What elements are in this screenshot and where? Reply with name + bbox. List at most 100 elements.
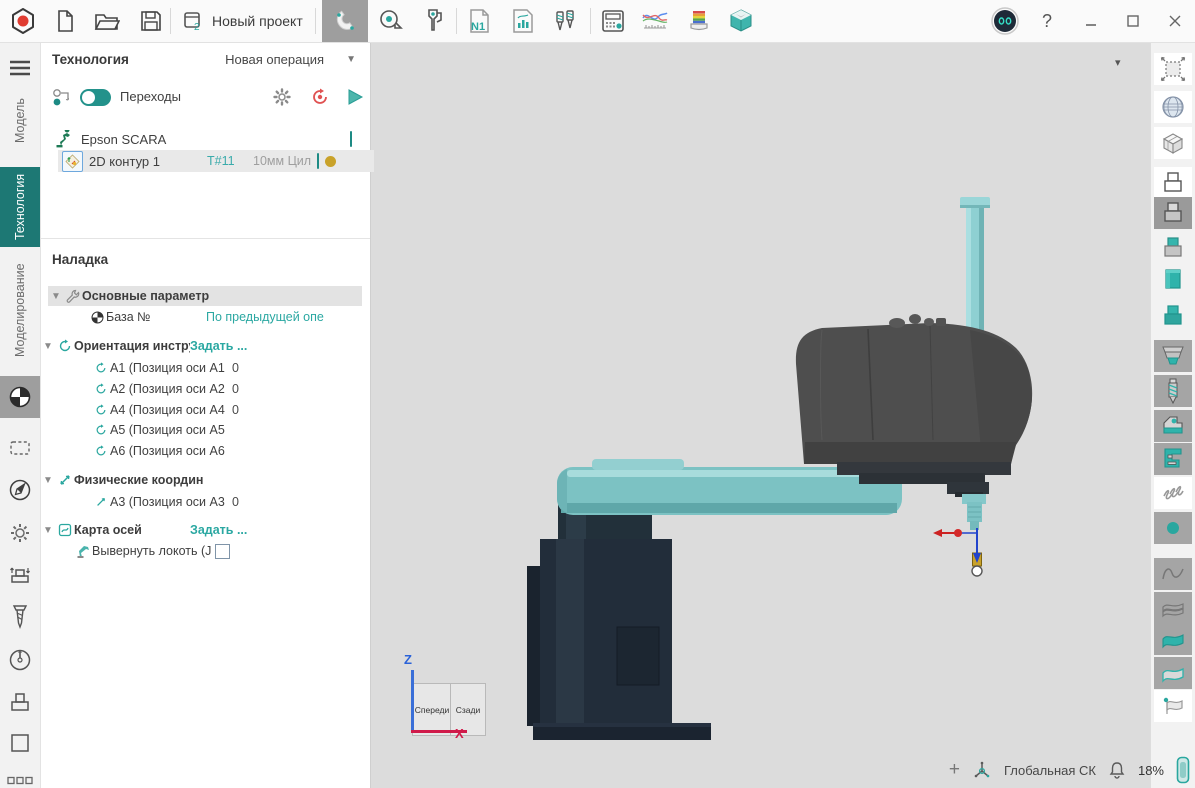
chevron-down-icon[interactable]: ▼ bbox=[40, 475, 56, 486]
param-row-a2: A2 (Позиция оси A2 0 bbox=[40, 379, 370, 399]
operation-settings-button[interactable] bbox=[272, 87, 292, 110]
tree-row-operation[interactable]: 2D контур 1 T#11 10мм Цил bbox=[58, 150, 374, 172]
calculator-button[interactable] bbox=[596, 4, 630, 38]
robot-model bbox=[370, 42, 1150, 788]
param-a1-value[interactable]: 0 bbox=[232, 361, 239, 375]
assistant-button[interactable] bbox=[988, 4, 1022, 38]
chevron-down-icon[interactable]: ▼ bbox=[48, 291, 64, 302]
surface-flag-button[interactable] bbox=[1154, 690, 1192, 722]
shaded-view-button[interactable] bbox=[1154, 91, 1192, 123]
workpiece-hide-button[interactable] bbox=[1154, 167, 1192, 199]
param-row-a1: A1 (Позиция оси A1 0 bbox=[40, 358, 370, 378]
sidebar-selection-button[interactable] bbox=[0, 428, 40, 468]
chevron-down-icon[interactable]: ▼ bbox=[40, 341, 56, 352]
tool-library-button[interactable] bbox=[548, 4, 582, 38]
tool-display-button[interactable] bbox=[1154, 375, 1192, 407]
axis-z-line bbox=[411, 670, 414, 732]
group-orientation[interactable]: ▼ Ориентация инструм Задать ... bbox=[40, 336, 370, 356]
fixture-display-button[interactable] bbox=[1154, 410, 1192, 442]
param-a3-value[interactable]: 0 bbox=[232, 495, 239, 509]
transitions-toggle[interactable] bbox=[80, 89, 111, 106]
help-button[interactable]: ? bbox=[1034, 4, 1060, 38]
setup-title: Наладка bbox=[52, 252, 108, 267]
surfaces-display-button[interactable] bbox=[1154, 592, 1192, 624]
sidebar-plane-button[interactable] bbox=[0, 723, 40, 763]
measure-tape-button[interactable] bbox=[374, 4, 408, 38]
axis-rotate-icon bbox=[92, 383, 110, 395]
viewport-menu-caret[interactable]: ▾ bbox=[1115, 56, 1121, 69]
workpiece-cylinder-button[interactable] bbox=[1154, 263, 1192, 295]
svg-text:2: 2 bbox=[194, 22, 200, 32]
chevron-down-icon[interactable]: ▼ bbox=[40, 525, 56, 536]
param-row-a4: A4 (Позиция оси A4 0 bbox=[40, 400, 370, 420]
coordinate-system-icon bbox=[972, 760, 992, 780]
close-button[interactable] bbox=[1162, 4, 1188, 38]
stock-stepped-button[interactable] bbox=[1154, 340, 1192, 372]
run-simulation-button[interactable] bbox=[345, 87, 365, 110]
sidebar-compass-button[interactable] bbox=[0, 470, 40, 510]
tab-model[interactable]: Модель bbox=[0, 85, 40, 157]
surface-teal-button[interactable] bbox=[1154, 623, 1192, 655]
tree-row-robot[interactable]: Epson SCARA bbox=[40, 128, 385, 150]
snap-magnet-button[interactable] bbox=[322, 0, 368, 42]
group-axis-map-action[interactable]: Задать ... bbox=[190, 523, 247, 537]
toolpath-display-button[interactable] bbox=[1154, 477, 1192, 509]
workpiece-teal-button[interactable] bbox=[1154, 300, 1192, 332]
point-display-button[interactable] bbox=[1154, 512, 1192, 544]
param-a4-value[interactable]: 0 bbox=[232, 403, 239, 417]
machine-display-button[interactable] bbox=[1154, 443, 1192, 475]
graphs-button[interactable] bbox=[638, 4, 672, 38]
notifications-bell-icon[interactable] bbox=[1108, 760, 1126, 780]
view-front-button[interactable]: Спереди bbox=[412, 683, 452, 736]
workpiece-mixed-button[interactable] bbox=[1154, 232, 1192, 264]
group-axis-map[interactable]: ▼ Карта осей Задать ... bbox=[40, 520, 370, 540]
sidebar-tool-button[interactable] bbox=[0, 597, 40, 637]
sidebar-workbench-button[interactable] bbox=[0, 555, 40, 595]
group-orientation-action[interactable]: Задать ... bbox=[190, 339, 247, 353]
tab-modeling[interactable]: Моделирование bbox=[0, 255, 40, 365]
sidebar-more-button[interactable] bbox=[0, 771, 40, 788]
wireframe-box-button[interactable] bbox=[1154, 127, 1192, 159]
nc-program-button[interactable]: N1 bbox=[462, 4, 496, 38]
main-menu-button[interactable] bbox=[0, 48, 40, 88]
surface-grey-button[interactable] bbox=[1154, 657, 1192, 689]
operation-checkbox[interactable] bbox=[317, 154, 319, 168]
group-physical[interactable]: ▼ Физические координ bbox=[40, 470, 370, 490]
coordinate-system-selector[interactable]: Глобальная СК bbox=[1004, 763, 1096, 778]
project-button[interactable]: 2 Новый проект bbox=[178, 4, 307, 38]
new-operation-dropdown[interactable]: Новая операция ▼ bbox=[225, 52, 356, 67]
curve-display-button[interactable] bbox=[1154, 558, 1192, 590]
save-button[interactable] bbox=[134, 4, 168, 38]
axis-z-label: Z bbox=[404, 652, 412, 667]
param-a4-label: A4 (Позиция оси A4 bbox=[110, 403, 232, 417]
sidebar-settings-button[interactable] bbox=[0, 513, 40, 553]
scale-indicator[interactable] bbox=[1176, 756, 1190, 784]
group-main-parameters[interactable]: ▼ Основные параметр bbox=[48, 286, 362, 306]
additive-layers-button[interactable] bbox=[682, 4, 716, 38]
elbow-checkbox[interactable] bbox=[215, 544, 230, 559]
zoom-extents-button[interactable] bbox=[1154, 53, 1192, 85]
maximize-button[interactable] bbox=[1120, 4, 1146, 38]
robot-checkbox[interactable] bbox=[350, 132, 352, 146]
recalculate-button[interactable] bbox=[310, 87, 330, 110]
titlebar: 2 Новый проект N1 bbox=[0, 0, 1195, 43]
param-base-value[interactable]: По предыдущей опе bbox=[206, 310, 364, 324]
report-button[interactable] bbox=[506, 4, 540, 38]
zoom-level[interactable]: 18% bbox=[1138, 763, 1164, 778]
param-a2-value[interactable]: 0 bbox=[232, 382, 239, 396]
tab-technology[interactable]: Технология bbox=[0, 167, 40, 247]
add-view-button[interactable]: + bbox=[949, 760, 960, 780]
sidebar-datum-button[interactable] bbox=[0, 376, 40, 418]
caliper-button[interactable] bbox=[416, 4, 450, 38]
open-file-button[interactable] bbox=[90, 4, 124, 38]
sidebar-press-button[interactable] bbox=[0, 682, 40, 722]
simulation-button[interactable] bbox=[724, 4, 758, 38]
workpiece-grey-button[interactable] bbox=[1154, 197, 1192, 229]
minimize-button[interactable] bbox=[1078, 4, 1104, 38]
new-file-button[interactable] bbox=[48, 4, 82, 38]
chevron-down-icon: ▾ bbox=[1115, 57, 1121, 69]
viewport-3d[interactable]: ▾ Z Спереди Сзади X bbox=[370, 42, 1150, 788]
tab-modeling-label: Моделирование bbox=[13, 263, 27, 357]
sidebar-gauge-button[interactable] bbox=[0, 640, 40, 680]
group-main-label: Основные параметр bbox=[82, 289, 209, 303]
